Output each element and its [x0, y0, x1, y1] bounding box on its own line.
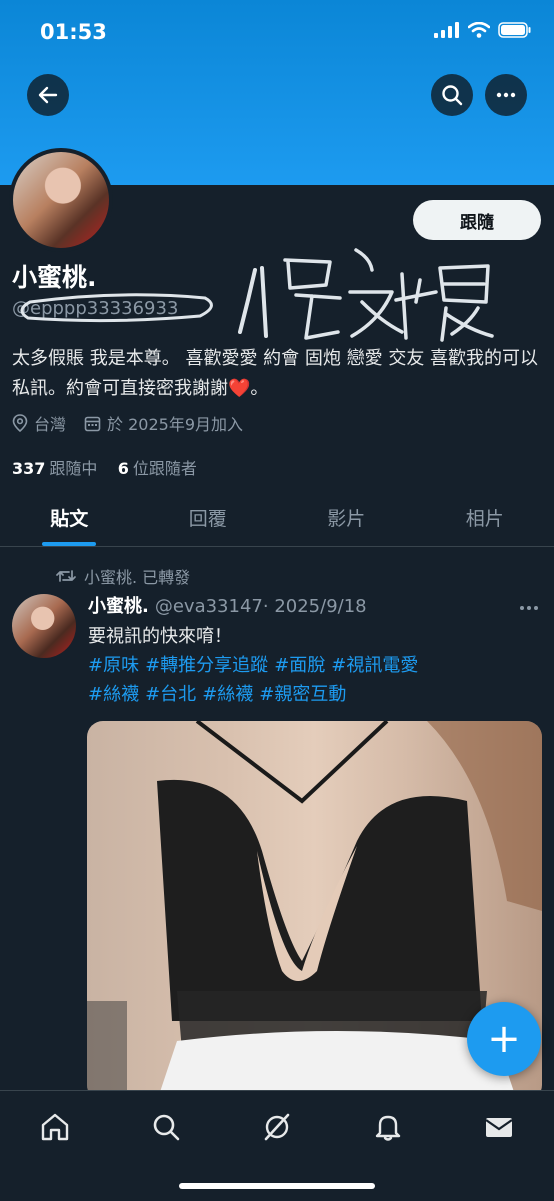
status-time: 01:53 — [40, 20, 107, 44]
profile-joined: 於 2025年9月加入 — [107, 411, 243, 435]
location-pin-icon — [12, 414, 28, 432]
search-button[interactable] — [431, 74, 473, 116]
retweet-text: 小蜜桃. 已轉發 — [84, 564, 190, 588]
status-icons — [434, 22, 532, 38]
envelope-icon — [483, 1111, 515, 1143]
tab-videos[interactable]: 影片 — [277, 488, 416, 546]
profile-meta: 台灣 於 2025年9月加入 — [12, 411, 243, 435]
more-horizontal-icon — [495, 84, 517, 106]
retweet-indicator: 小蜜桃. 已轉發 — [56, 564, 190, 588]
profile-location: 台灣 — [34, 411, 66, 435]
post-date: · 2025/9/18 — [263, 596, 367, 617]
bell-icon — [372, 1111, 404, 1143]
followers-label: 位跟隨者 — [133, 459, 197, 478]
nav-messages[interactable] — [479, 1107, 519, 1147]
hashtag[interactable]: #轉推分享追蹤 — [145, 655, 268, 676]
profile-avatar[interactable] — [9, 148, 113, 252]
profile-bio: 太多假賬 我是本尊。 喜歡愛愛 約會 固炮 戀愛 交友 喜歡我的可以私訊。約會可… — [12, 344, 542, 404]
bio-text: 太多假賬 我是本尊。 喜歡愛愛 約會 固炮 戀愛 交友 喜歡我的可以私訊。約會可… — [12, 348, 538, 399]
hashtag[interactable]: #絲襪 — [202, 684, 253, 705]
back-button[interactable] — [27, 74, 69, 116]
hashtag[interactable]: #台北 — [145, 684, 196, 705]
profile-name: 小蜜桃. — [12, 258, 97, 294]
signal-icon — [434, 22, 460, 38]
followers-link[interactable]: 6位跟隨者 — [118, 459, 197, 478]
follow-button[interactable]: 跟隨 — [413, 200, 541, 240]
bio-end: 。 — [250, 378, 268, 399]
nav-notifications[interactable] — [368, 1107, 408, 1147]
nav-home[interactable] — [35, 1107, 75, 1147]
nav-grok[interactable] — [257, 1107, 297, 1147]
post-author-avatar[interactable] — [12, 594, 76, 658]
status-bar: 01:53 — [0, 0, 554, 66]
hashtag[interactable]: #視訊電愛 — [331, 655, 418, 676]
post-hashtags: #原味 #轉推分享追蹤 #面脫 #視訊電愛 #絲襪 #台北 #絲襪 #親密互動 — [88, 651, 528, 709]
home-icon — [39, 1111, 71, 1143]
calendar-icon — [84, 415, 101, 432]
followers-count: 6 — [118, 459, 129, 478]
handwritten-fake-account-overlay — [0, 240, 554, 350]
nav-search[interactable] — [146, 1107, 186, 1147]
more-horizontal-icon — [518, 604, 540, 612]
tab-posts[interactable]: 貼文 — [0, 488, 139, 546]
post-author-handle: @eva33147 — [155, 596, 263, 617]
profile-tabs: 貼文 回覆 影片 相片 — [0, 488, 554, 547]
following-label: 跟隨中 — [49, 459, 97, 478]
hashtag[interactable]: #親密互動 — [259, 684, 346, 705]
tab-photos[interactable]: 相片 — [416, 488, 554, 546]
search-icon — [150, 1111, 182, 1143]
post-more-button[interactable] — [518, 596, 540, 617]
grok-icon — [261, 1111, 293, 1143]
arrow-left-icon — [37, 84, 59, 106]
post-text: 要視訊的快來唷！ — [88, 622, 528, 651]
following-link[interactable]: 337跟隨中 — [12, 459, 97, 478]
retweet-icon — [56, 568, 76, 584]
profile-handle: @epppp33336933 — [12, 298, 178, 319]
home-indicator — [179, 1183, 375, 1189]
post-header: 小蜜桃. @eva33147· 2025/9/18 — [88, 592, 367, 618]
follow-counts: 337跟隨中 6位跟隨者 — [12, 455, 197, 479]
post-author-name[interactable]: 小蜜桃. — [88, 596, 149, 617]
hashtag[interactable]: #絲襪 — [88, 684, 139, 705]
following-count: 337 — [12, 459, 45, 478]
compose-fab[interactable]: + — [467, 1002, 541, 1076]
more-options-button[interactable] — [485, 74, 527, 116]
hashtag[interactable]: #面脫 — [274, 655, 325, 676]
tab-replies[interactable]: 回覆 — [139, 488, 278, 546]
hashtag[interactable]: #原味 — [88, 655, 139, 676]
wifi-icon — [468, 22, 490, 38]
battery-icon — [498, 22, 532, 38]
search-icon — [441, 84, 463, 106]
heart-emoji: ❤️ — [228, 378, 250, 399]
